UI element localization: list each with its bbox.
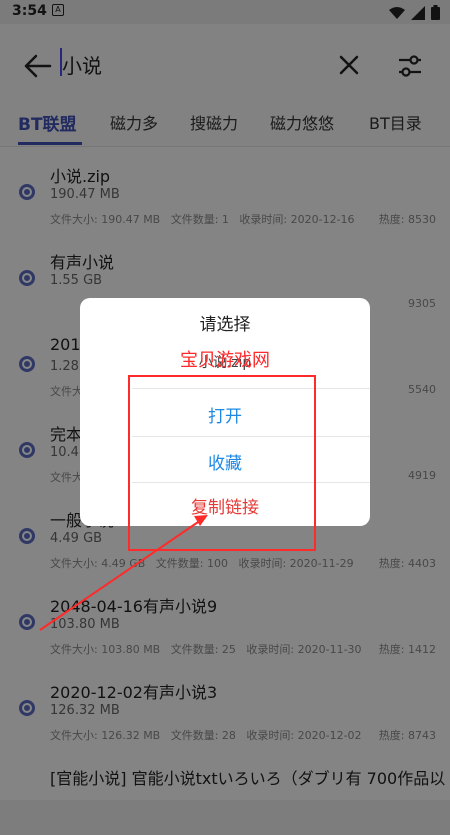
highlight-box: [128, 375, 316, 551]
dialog-title: 请选择: [199, 315, 251, 335]
watermark-text: 宝贝游戏网: [180, 350, 270, 371]
